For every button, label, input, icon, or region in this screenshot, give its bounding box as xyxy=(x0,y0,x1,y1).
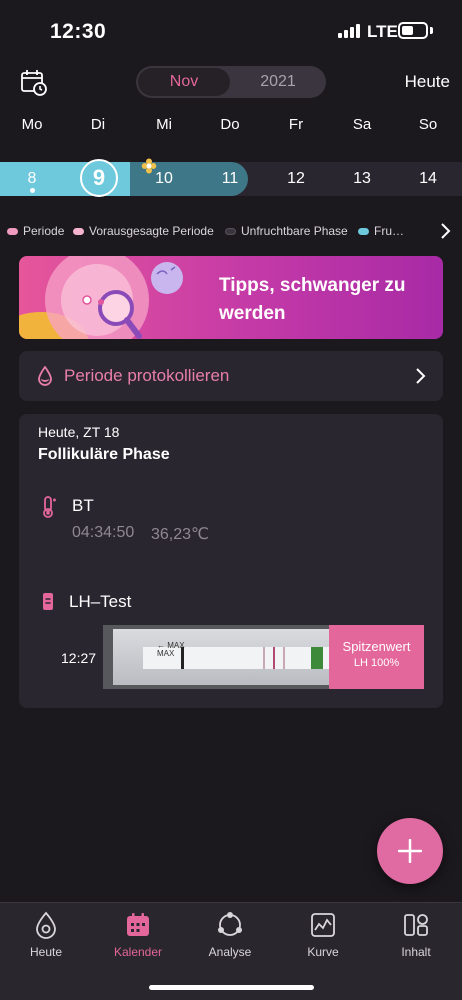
add-record-button[interactable] xyxy=(377,818,443,884)
legend-item: Fru… xyxy=(358,224,404,238)
tab-label: Inhalt xyxy=(401,945,431,959)
drop-circle-icon xyxy=(36,911,56,939)
weekday-label: Mi xyxy=(156,116,172,133)
plus-icon xyxy=(398,839,422,863)
tab-label: Kalender xyxy=(113,945,163,959)
legend-label: Fru… xyxy=(374,224,404,238)
lh-test-time: 12:27 xyxy=(61,650,97,666)
tab-kurve[interactable]: Kurve xyxy=(277,911,369,967)
cycle-phase: Follikuläre Phase xyxy=(38,446,170,463)
legend-swatch xyxy=(225,228,236,236)
tab-inhalt[interactable]: Inhalt xyxy=(370,911,462,967)
weekday-label: So xyxy=(418,116,438,133)
legend-swatch xyxy=(73,228,84,236)
cycle-legend: Periode Vorausgesagte Periode Unfruchtba… xyxy=(0,220,462,242)
weekday-label: Sa xyxy=(352,116,372,133)
legend-label: Periode xyxy=(23,224,65,238)
weekday-label: Fr xyxy=(288,116,304,133)
record-dot xyxy=(30,188,35,193)
tab-label: Heute xyxy=(29,945,63,959)
today-card: Heute, ZT 18 Follikuläre Phase BT 04:34:… xyxy=(19,414,443,708)
lh-test-strip-image[interactable]: ← MAX MAX xyxy=(103,625,329,689)
day-cell[interactable]: 12 xyxy=(276,162,316,196)
day-cell-today[interactable]: 9 xyxy=(80,159,118,197)
legend-item: Periode xyxy=(7,224,64,238)
lh-peak-badge: Spitzenwert LH 100% xyxy=(329,625,424,689)
tab-label: Kurve xyxy=(307,945,339,959)
status-time: 12:30 xyxy=(50,20,107,43)
month-year-switch: Nov 2021 xyxy=(136,66,326,98)
weekday-label: Di xyxy=(90,116,106,133)
lh-peak-value: LH 100% xyxy=(353,657,400,669)
legend-item: Vorausgesagte Periode xyxy=(73,224,214,238)
month-tab[interactable]: Nov xyxy=(138,68,230,96)
chevron-right-icon xyxy=(441,223,451,239)
calendar-history-icon[interactable] xyxy=(20,68,48,96)
fertility-illustration-icon xyxy=(19,256,183,339)
legend-item: Unfruchtbare Phase xyxy=(225,224,348,238)
tips-banner[interactable]: Tipps, schwanger zu werden xyxy=(19,256,443,339)
calendar-header: Nov 2021 Heute xyxy=(0,62,462,102)
bt-label: BT xyxy=(72,496,94,515)
battery-icon xyxy=(398,22,428,39)
chart-icon xyxy=(311,913,335,937)
thermometer-icon xyxy=(43,496,56,518)
legend-swatch xyxy=(7,228,18,236)
log-period-row[interactable]: Periode protokollieren xyxy=(19,351,443,401)
legend-swatch xyxy=(358,228,369,236)
network-label: LTE xyxy=(367,22,398,41)
weekday-header: Mo Di Mi Do Fr Sa So xyxy=(0,116,462,136)
signal-icon xyxy=(338,24,362,38)
tab-kalender[interactable]: Kalender xyxy=(92,911,184,967)
day-cell[interactable]: 14 xyxy=(408,162,448,196)
banner-title: Tipps, schwanger zu werden xyxy=(219,275,406,324)
calendar-icon xyxy=(127,913,149,936)
bt-value: 36,23℃ xyxy=(151,526,210,543)
lh-test-icon xyxy=(43,593,53,610)
cycle-day-label: Heute, ZT 18 xyxy=(38,424,120,440)
lh-peak-title: Spitzenwert xyxy=(342,639,411,654)
legend-next-button[interactable] xyxy=(432,220,462,242)
tab-label: Analyse xyxy=(208,945,252,959)
today-button[interactable]: Heute xyxy=(405,72,450,92)
lh-test-label: LH–Test xyxy=(69,592,132,611)
analysis-icon xyxy=(218,912,242,936)
weekday-label: Mo xyxy=(21,116,43,133)
home-indicator xyxy=(149,985,314,990)
chevron-right-icon xyxy=(416,368,426,384)
legend-label: Unfruchtbare Phase xyxy=(241,224,348,238)
day-cell[interactable]: 11 xyxy=(210,162,250,196)
tab-analyse[interactable]: Analyse xyxy=(184,911,276,967)
drop-icon xyxy=(38,366,52,386)
tab-heute[interactable]: Heute xyxy=(0,911,92,967)
year-tab[interactable]: 2021 xyxy=(232,68,324,96)
status-bar: 12:30 LTE xyxy=(0,0,462,60)
log-period-label: Periode protokollieren xyxy=(64,366,230,385)
bt-time: 04:34:50 xyxy=(72,524,135,541)
day-cell[interactable]: 13 xyxy=(342,162,382,196)
weekday-label: Do xyxy=(220,116,240,133)
content-grid-icon xyxy=(404,914,428,936)
day-cell[interactable]: 10 xyxy=(144,162,184,196)
week-strip: 8 9 10 11 12 13 14 xyxy=(0,158,462,197)
legend-label: Vorausgesagte Periode xyxy=(89,224,214,238)
